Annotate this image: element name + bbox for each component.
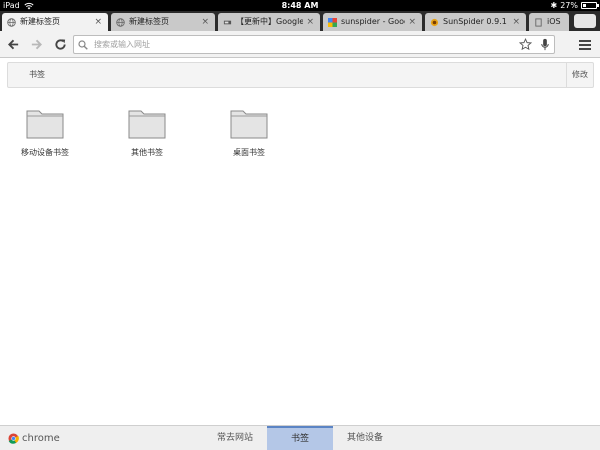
tab-title: iOS — [547, 17, 561, 26]
clock: 8:48 AM — [281, 1, 319, 10]
globe-icon — [116, 17, 125, 27]
close-icon[interactable]: × — [94, 13, 102, 31]
bottom-bar: chrome 常去网站 书签 其他设备 — [0, 425, 600, 450]
close-icon[interactable]: × — [408, 13, 416, 31]
tab-title: 新建标签页 — [129, 17, 169, 26]
bluetooth-icon: ✱ — [550, 1, 558, 10]
chrome-brand: chrome — [8, 426, 60, 450]
tab-1[interactable]: 新建标签页 × — [2, 13, 108, 31]
tab-5[interactable]: SunSpider 0.9.1 Java × — [425, 13, 526, 31]
close-icon[interactable]: × — [512, 13, 520, 31]
close-icon[interactable]: × — [201, 13, 209, 31]
bookmarks-header: 书签 修改 — [7, 62, 594, 88]
toolbar — [0, 31, 600, 58]
edit-button[interactable]: 修改 — [566, 63, 593, 87]
reload-button[interactable] — [52, 36, 68, 52]
omnibox-input[interactable] — [94, 40, 519, 49]
forward-button[interactable] — [28, 36, 44, 52]
globe-icon — [7, 17, 16, 27]
page-icon — [223, 18, 232, 27]
brand-name: chrome — [22, 432, 60, 444]
page-icon — [534, 17, 543, 27]
close-icon[interactable]: × — [306, 13, 314, 31]
folder-icon — [26, 110, 64, 139]
microphone-icon[interactable] — [540, 38, 550, 51]
chrome-logo-icon — [8, 432, 19, 444]
tab-title: SunSpider 0.9.1 Java — [443, 17, 509, 26]
tab-strip: 新建标签页 × 新建标签页 × 【更新中】Google I/O × sunspi… — [0, 11, 600, 31]
sunspider-icon — [430, 18, 439, 27]
ios-status-bar: iPad 8:48 AM ✱ 27% — [0, 0, 600, 11]
tab-6[interactable]: iOS — [529, 13, 569, 31]
folder-other-bookmarks[interactable]: 其他书签 — [102, 108, 192, 158]
tab-title: 【更新中】Google I/O — [236, 17, 304, 26]
folder-name: 其他书签 — [131, 148, 163, 157]
hamburger-menu-icon — [579, 40, 591, 50]
reload-icon — [54, 38, 66, 50]
folder-icon — [128, 110, 166, 139]
folder-name: 移动设备书签 — [21, 148, 69, 157]
tab-bookmarks[interactable]: 书签 — [267, 426, 333, 450]
folder-desktop-bookmarks[interactable]: 桌面书签 — [204, 108, 294, 158]
omnibox[interactable] — [73, 35, 555, 54]
star-icon[interactable] — [519, 38, 532, 51]
tab-4[interactable]: sunspider - Google 搜 × — [323, 13, 422, 31]
menu-button[interactable] — [578, 37, 592, 51]
folder-icon — [230, 110, 268, 139]
back-button[interactable] — [5, 36, 21, 52]
tab-title: 新建标签页 — [20, 17, 60, 26]
search-icon — [78, 39, 88, 50]
tab-switcher-button[interactable] — [574, 14, 596, 28]
arrow-left-icon — [7, 39, 18, 49]
battery-icon — [581, 2, 599, 9]
battery-percent: 27% — [560, 1, 578, 10]
tab-other-devices[interactable]: 其他设备 — [332, 426, 398, 450]
tab-title: sunspider - Google 搜 — [341, 17, 405, 26]
tab-most-visited[interactable]: 常去网站 — [202, 426, 268, 450]
tab-3[interactable]: 【更新中】Google I/O × — [218, 13, 320, 31]
tab-2[interactable]: 新建标签页 × — [111, 13, 215, 31]
arrow-right-icon — [31, 39, 42, 49]
folder-name: 桌面书签 — [233, 148, 265, 157]
folder-mobile-bookmarks[interactable]: 移动设备书签 — [0, 108, 90, 158]
bookmarks-title: 书签 — [29, 70, 45, 79]
google-icon — [328, 17, 337, 27]
